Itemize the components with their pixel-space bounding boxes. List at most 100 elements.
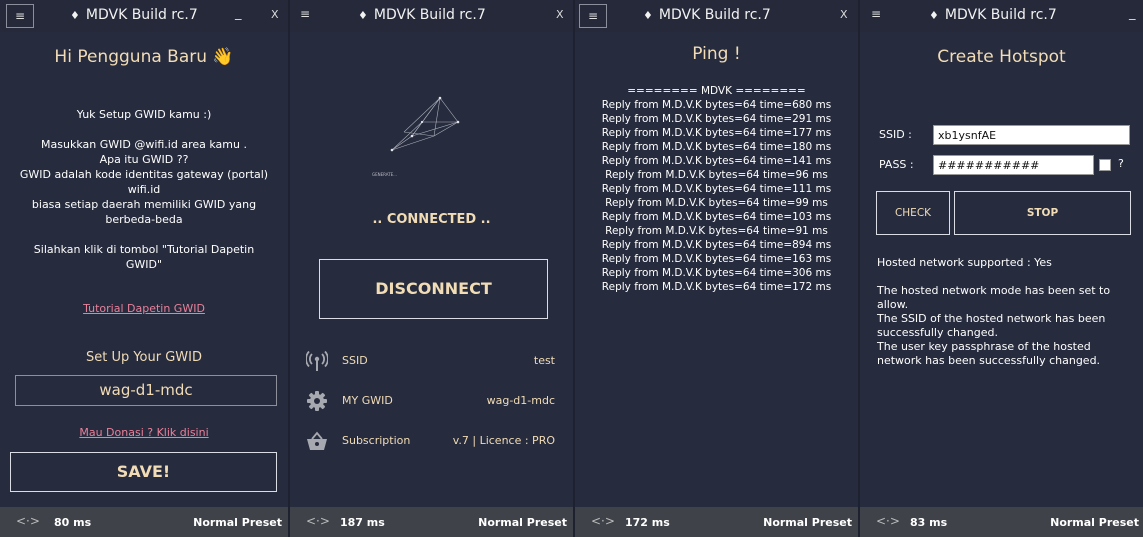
check-button[interactable]: CHECK: [876, 191, 950, 235]
subscription-value: v.7 | Licence : PRO: [452, 434, 555, 447]
gwid-value: wag-d1-mdc: [486, 394, 555, 407]
save-button[interactable]: SAVE!: [10, 452, 277, 492]
close-button[interactable]: X: [271, 8, 279, 21]
window-title-text: MDVK Build rc.7: [944, 7, 1057, 23]
instruction-line: Apa itu GWID ??: [99, 153, 189, 166]
ping-reply-line: Reply from M.D.V.K bytes=64 time=177 ms: [601, 127, 832, 139]
instruction-line: biasa setiap daerah memiliki GWID yang: [31, 198, 257, 211]
subscription-row: Subscription v.7 | Licence : PRO: [306, 429, 555, 455]
instruction-line: [0, 122, 288, 137]
title-bar: ≡ ♦ MDVK Build rc.7 _ X: [0, 0, 288, 32]
hotspot-heading: Create Hotspot: [937, 47, 1066, 67]
wifi-signal-icon: [306, 350, 328, 371]
close-button[interactable]: X: [840, 8, 848, 21]
minimize-button[interactable]: _: [1129, 6, 1136, 21]
ping-value: 80 ms: [54, 516, 92, 529]
window-title: ♦ MDVK Build rc.7: [358, 7, 486, 23]
gwid-label: MY GWID: [342, 394, 393, 407]
code-icon: <·>: [876, 514, 900, 528]
network-logo-icon: [390, 96, 460, 152]
instruction-line: wifi.id: [127, 183, 161, 196]
ssid-label: SSID :: [879, 128, 912, 141]
ping-reply-line: Reply from M.D.V.K bytes=64 time=291 ms: [601, 113, 832, 125]
stop-button[interactable]: STOP: [954, 191, 1131, 235]
window-ping: ≡ ♦ MDVK Build rc.7 X Ping ! ======== MDV…: [575, 0, 858, 537]
ping-reply-line: Reply from M.D.V.K bytes=64 time=894 ms: [601, 239, 832, 251]
instruction-line: GWID adalah kode identitas gateway (port…: [19, 168, 269, 181]
window-hotspot: ≡ ♦ MDVK Build rc.7 _ Create Hotspot SSID…: [860, 0, 1143, 537]
instruction-line: Silahkan klik di tombol "Tutorial Dapeti…: [33, 243, 255, 256]
gwid-row: MY GWID wag-d1-mdc: [306, 389, 555, 415]
window-connection: ≡ ♦ MDVK Build rc.7 X GENERATE... .. CONN…: [290, 0, 573, 537]
instruction-line: Yuk Setup GWID kamu :): [76, 108, 212, 121]
status-bar: <·> 83 ms Normal Preset: [860, 507, 1143, 537]
disconnect-button[interactable]: DISCONNECT: [319, 259, 548, 319]
ssid-value: test: [533, 354, 555, 367]
ping-reply-line: Reply from M.D.V.K bytes=64 time=680 ms: [601, 99, 832, 111]
menu-button[interactable]: ≡: [6, 4, 34, 28]
preset-label: Normal Preset: [763, 516, 852, 529]
ping-value: 187 ms: [340, 516, 385, 529]
ping-value: 172 ms: [625, 516, 670, 529]
window-title: ♦ MDVK Build rc.7: [643, 7, 771, 23]
window-title-text: MDVK Build rc.7: [658, 7, 771, 23]
log-line: network has been successfully changed.: [877, 354, 1101, 367]
diamond-icon: ♦: [358, 9, 368, 22]
window-title-text: MDVK Build rc.7: [85, 7, 198, 23]
diamond-icon: ♦: [70, 9, 80, 22]
pass-label: PASS :: [879, 158, 914, 171]
title-bar: ≡ ♦ MDVK Build rc.7 X: [290, 0, 573, 32]
log-line: successfully changed.: [877, 326, 998, 339]
status-bar: <·> 172 ms Normal Preset: [575, 507, 858, 537]
code-icon: <·>: [591, 514, 615, 528]
close-button[interactable]: X: [556, 8, 564, 21]
code-icon: <·>: [16, 514, 40, 528]
ping-value: 83 ms: [910, 516, 948, 529]
log-line: The user key passphrase of the hosted: [877, 340, 1091, 353]
password-input[interactable]: ###########: [933, 155, 1094, 175]
ping-heading: Ping !: [692, 44, 741, 64]
status-bar: <·> 187 ms Normal Preset: [290, 507, 573, 537]
ping-reply-line: Reply from M.D.V.K bytes=64 time=99 ms: [605, 197, 828, 209]
show-password-checkbox[interactable]: [1099, 159, 1111, 171]
code-icon: <·>: [306, 514, 330, 528]
menu-button[interactable]: ≡: [300, 7, 310, 21]
menu-button[interactable]: ≡: [871, 7, 881, 21]
logo-caption: GENERATE...: [372, 172, 397, 177]
diamond-icon: ♦: [929, 9, 939, 22]
instruction-line: [0, 227, 288, 242]
menu-button[interactable]: ≡: [579, 4, 607, 28]
hotspot-log: Hosted network supported : Yes The hoste…: [877, 256, 1123, 368]
log-line: The SSID of the hosted network has been: [877, 312, 1106, 325]
title-bar: ≡ ♦ MDVK Build rc.7 _: [860, 0, 1143, 32]
window-title: ♦ MDVK Build rc.7: [929, 7, 1057, 23]
log-line: allow.: [877, 298, 909, 311]
setup-instructions: Yuk Setup GWID kamu :) Masukkan GWID @wi…: [0, 107, 288, 272]
preset-label: Normal Preset: [193, 516, 282, 529]
ssid-input[interactable]: xb1ysnfAE: [933, 125, 1130, 145]
minimize-button[interactable]: _: [235, 6, 242, 21]
preset-label: Normal Preset: [478, 516, 567, 529]
setup-gwid-label: Set Up Your GWID: [85, 350, 203, 365]
ssid-row: SSID test: [306, 349, 555, 375]
gwid-input[interactable]: wag-d1-mdc: [15, 375, 277, 406]
instruction-line: berbeda-beda: [105, 213, 183, 226]
help-icon[interactable]: ?: [1118, 157, 1124, 170]
ping-reply-line: Reply from M.D.V.K bytes=64 time=172 ms: [601, 281, 832, 293]
title-bar: ≡ ♦ MDVK Build rc.7 X: [575, 0, 858, 32]
window-setup: ≡ ♦ MDVK Build rc.7 _ X Hi Pengguna Baru …: [0, 0, 288, 537]
log-line: The hosted network mode has been set to: [877, 284, 1111, 297]
ping-header: ======== MDVK ========: [627, 85, 806, 97]
ssid-label: SSID: [342, 354, 368, 367]
ping-reply-line: Reply from M.D.V.K bytes=64 time=91 ms: [605, 225, 828, 237]
greeting-heading: Hi Pengguna Baru 👋: [54, 47, 234, 67]
donate-link[interactable]: Mau Donasi ? Klik disini: [79, 426, 208, 439]
ping-output: ======== MDVK ======== Reply from M.D.V.…: [575, 84, 858, 294]
preset-label: Normal Preset: [1050, 516, 1139, 529]
gear-icon: [307, 391, 327, 411]
tutorial-link[interactable]: Tutorial Dapetin GWID: [83, 302, 205, 315]
ping-reply-line: Reply from M.D.V.K bytes=64 time=111 ms: [601, 183, 832, 195]
subscription-label: Subscription: [342, 434, 411, 447]
ping-reply-line: Reply from M.D.V.K bytes=64 time=103 ms: [601, 211, 832, 223]
